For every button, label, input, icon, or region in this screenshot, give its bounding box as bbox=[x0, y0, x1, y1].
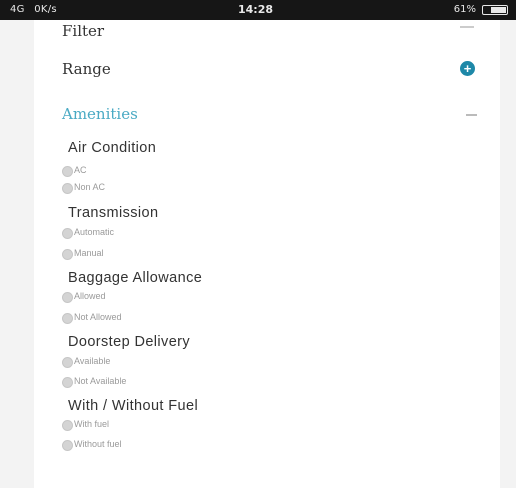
filter-sheet: Filter Range + Amenities Air Condition A… bbox=[34, 20, 500, 488]
radio-button[interactable] bbox=[62, 377, 73, 388]
radio-button[interactable] bbox=[62, 292, 73, 303]
radio-label: Available bbox=[74, 356, 111, 366]
radio-label: Non AC bbox=[74, 182, 106, 192]
group-title-baggage-allowance: Baggage Allowance bbox=[68, 270, 203, 286]
radio-label: Manual bbox=[74, 248, 104, 258]
group-title-doorstep-delivery: Doorstep Delivery bbox=[68, 334, 191, 350]
battery-percent: 61% bbox=[453, 4, 476, 15]
radio-button[interactable] bbox=[62, 357, 73, 368]
radio-button[interactable] bbox=[62, 420, 73, 431]
status-bar: 4G 0K/s 14:28 61% bbox=[0, 0, 516, 20]
radio-button[interactable] bbox=[62, 166, 73, 177]
filter-collapse-icon[interactable] bbox=[460, 26, 474, 28]
range-section-label[interactable]: Range bbox=[62, 60, 111, 78]
group-title-transmission: Transmission bbox=[68, 205, 159, 221]
radio-label: Not Allowed bbox=[74, 312, 122, 322]
network-speed: 0K/s bbox=[34, 4, 57, 15]
radio-button[interactable] bbox=[62, 183, 73, 194]
status-left: 4G 0K/s bbox=[10, 4, 63, 15]
group-title-fuel: With / Without Fuel bbox=[68, 398, 199, 414]
radio-label: Allowed bbox=[74, 291, 106, 301]
radio-label: Without fuel bbox=[74, 439, 122, 449]
radio-button[interactable] bbox=[62, 228, 73, 239]
radio-label: Automatic bbox=[74, 227, 115, 237]
amenities-section-label[interactable]: Amenities bbox=[62, 105, 138, 123]
clock: 14:28 bbox=[238, 3, 274, 16]
filter-title: Filter bbox=[62, 22, 105, 40]
radio-label: With fuel bbox=[74, 419, 110, 429]
battery-icon bbox=[482, 5, 508, 15]
radio-button[interactable] bbox=[62, 313, 73, 324]
amenities-collapse-icon[interactable] bbox=[466, 114, 477, 116]
network-indicator: 4G bbox=[10, 4, 25, 15]
radio-label: Not Available bbox=[74, 376, 127, 386]
range-expand-icon[interactable]: + bbox=[460, 61, 475, 76]
radio-button[interactable] bbox=[62, 249, 73, 260]
group-title-air-condition: Air Condition bbox=[68, 140, 157, 156]
radio-label: AC bbox=[74, 165, 87, 175]
radio-button[interactable] bbox=[62, 440, 73, 451]
